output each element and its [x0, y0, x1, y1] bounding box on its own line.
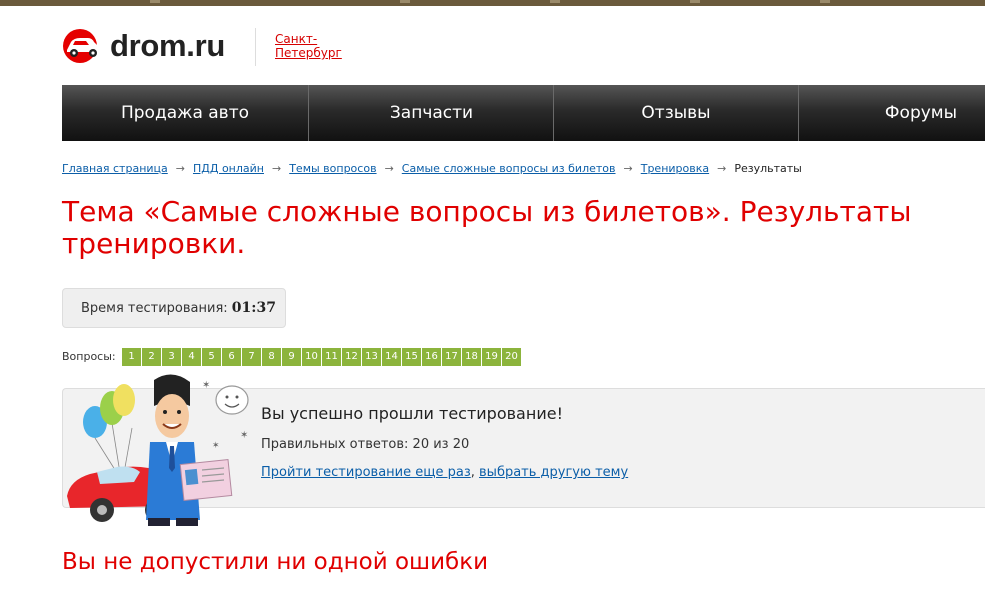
timer-value: 01:37 — [231, 300, 276, 316]
smiley-bubble-icon: ✶ ✶ ✶ — [202, 380, 249, 451]
test-timer: Время тестирования: 01:37 — [62, 288, 286, 328]
svg-text:✶: ✶ — [240, 430, 248, 441]
timer-label: Время тестирования: — [81, 301, 228, 316]
question-number-box[interactable]: 16 — [422, 348, 441, 366]
links-separator: , — [470, 465, 480, 480]
correct-answers-count: Правильных ответов: 20 из 20 — [261, 437, 470, 452]
arrow-right-icon: → — [271, 162, 282, 175]
question-number-box[interactable]: 5 — [202, 348, 221, 366]
breadcrumb-current: Результаты — [734, 162, 802, 175]
question-number-box[interactable]: 20 — [502, 348, 521, 366]
question-number-box[interactable]: 7 — [242, 348, 261, 366]
question-number-box[interactable]: 14 — [382, 348, 401, 366]
top-strip — [0, 0, 985, 6]
question-number-box[interactable]: 8 — [262, 348, 281, 366]
question-number-box[interactable]: 4 — [182, 348, 201, 366]
choose-other-topic-link[interactable]: выбрать другую тему — [479, 465, 628, 480]
question-number-box[interactable]: 9 — [282, 348, 301, 366]
happy-driver-icon — [146, 374, 200, 526]
arrow-right-icon: → — [623, 162, 633, 175]
car-logo-icon — [63, 29, 101, 63]
retry-test-link[interactable]: Пройти тестирование еще раз — [261, 465, 471, 480]
question-number-box[interactable]: 11 — [322, 348, 341, 366]
nav-item-parts[interactable]: Запчасти — [309, 85, 554, 141]
arrow-right-icon: → — [717, 162, 727, 175]
result-actions: Пройти тестирование еще раз, выбрать дру… — [261, 465, 628, 480]
breadcrumb-link-hardest[interactable]: Самые сложные вопросы из билетов — [402, 162, 616, 175]
arrow-right-icon: → — [175, 162, 185, 175]
questions-label: Вопросы: — [62, 350, 116, 363]
question-number-box[interactable]: 18 — [462, 348, 481, 366]
breadcrumb-link-topics[interactable]: Темы вопросов — [289, 162, 376, 175]
logo[interactable]: drom.ru — [62, 28, 242, 66]
logo-text: drom.ru — [110, 28, 226, 63]
question-number-box[interactable]: 1 — [122, 348, 141, 366]
question-number-box[interactable]: 12 — [342, 348, 361, 366]
question-number-box[interactable]: 19 — [482, 348, 501, 366]
main-nav: Продажа авто Запчасти Отзывы Форумы — [62, 85, 985, 141]
nav-item-forums[interactable]: Форумы — [799, 85, 985, 141]
breadcrumb-link-training[interactable]: Тренировка — [641, 162, 709, 175]
result-title: Вы успешно прошли тестирование! — [261, 404, 563, 423]
city-link[interactable]: Санкт-Петербург — [275, 32, 355, 60]
page-title: Тема «Самые сложные вопросы из билетов».… — [62, 195, 912, 260]
breadcrumb-link-pdd[interactable]: ПДД онлайн — [193, 162, 264, 175]
nav-item-sale[interactable]: Продажа авто — [62, 85, 308, 141]
question-number-box[interactable]: 2 — [142, 348, 161, 366]
nav-item-reviews[interactable]: Отзывы — [554, 85, 798, 141]
header-divider — [255, 28, 256, 66]
no-errors-message: Вы не допустили ни одной ошибки — [62, 549, 489, 575]
question-number-box[interactable]: 15 — [402, 348, 421, 366]
question-number-box[interactable]: 10 — [302, 348, 321, 366]
question-number-box[interactable]: 6 — [222, 348, 241, 366]
question-number-box[interactable]: 3 — [162, 348, 181, 366]
balloons-icon — [83, 384, 135, 474]
svg-text:✶: ✶ — [202, 380, 210, 391]
svg-text:✶: ✶ — [212, 441, 220, 451]
arrow-right-icon: → — [384, 162, 394, 175]
question-number-box[interactable]: 13 — [362, 348, 381, 366]
driver-license-icon — [179, 459, 233, 501]
breadcrumb-link-home[interactable]: Главная страница — [62, 162, 168, 175]
success-illustration: ✶ ✶ ✶ — [67, 374, 249, 526]
question-number-box[interactable]: 17 — [442, 348, 461, 366]
breadcrumb: Главная страница → ПДД онлайн → Темы вопросо… — [62, 162, 802, 175]
